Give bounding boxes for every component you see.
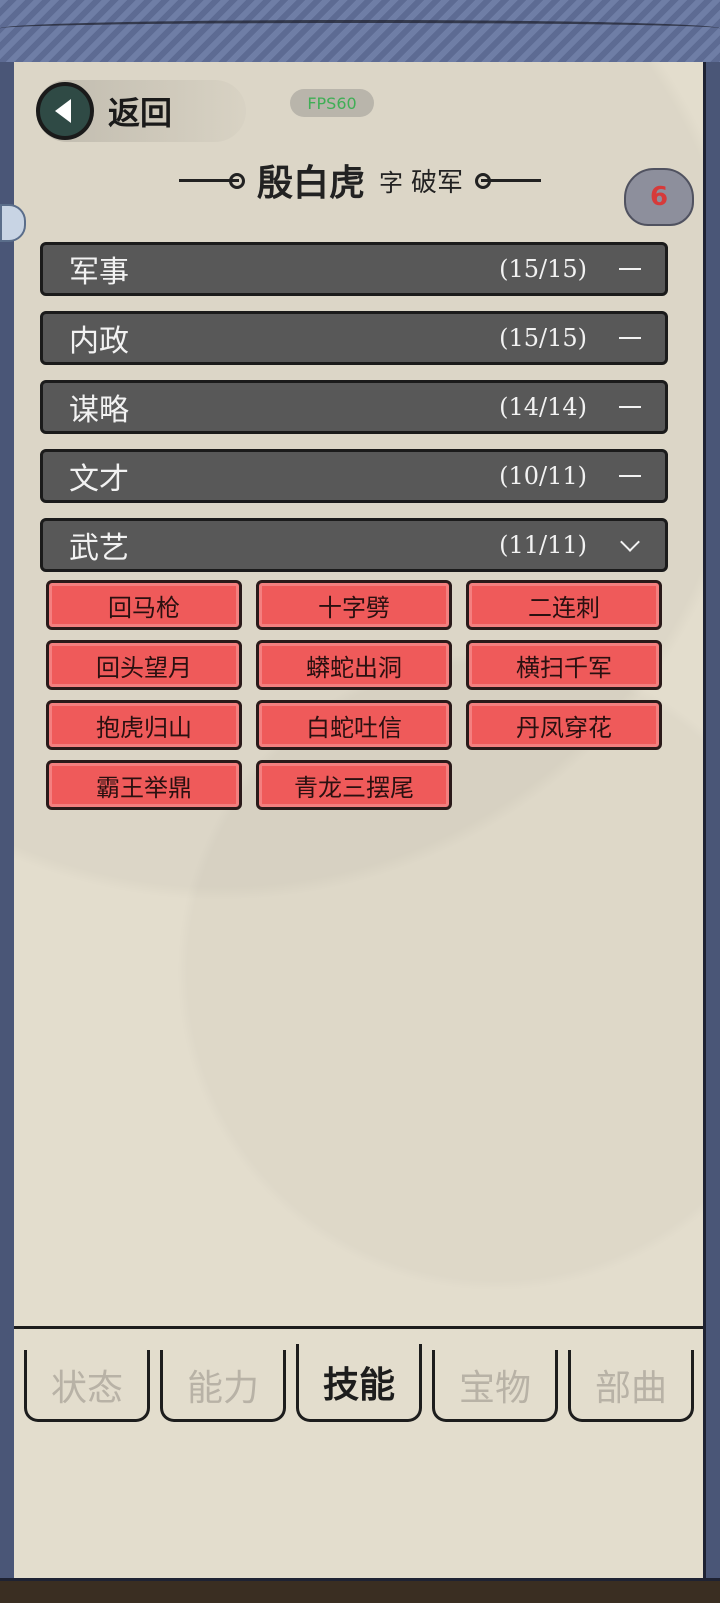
tab-troops[interactable]: 部曲	[568, 1350, 694, 1422]
left-ornament-icon	[178, 172, 245, 189]
category-literary[interactable]: 文才 (10/11)	[40, 449, 668, 503]
category-count: (11/11)	[499, 531, 587, 559]
category-label: 武艺	[69, 531, 129, 566]
skill-button[interactable]: 青龙三摆尾	[256, 760, 452, 810]
right-frame	[703, 62, 720, 1600]
vine-decoration	[0, 20, 720, 37]
skill-button[interactable]: 横扫千军	[466, 640, 662, 690]
courtesy-label: 字	[379, 168, 403, 197]
category-count: (15/15)	[499, 255, 587, 283]
category-label: 内政	[69, 324, 129, 359]
category-label: 谋略	[69, 393, 129, 428]
collapse-icon	[617, 475, 643, 477]
character-name: 殷白虎	[256, 163, 365, 204]
category-strategy[interactable]: 谋略 (14/14)	[40, 380, 668, 434]
tab-bar-divider	[14, 1326, 703, 1329]
back-label: 返回	[108, 94, 173, 132]
category-military[interactable]: 军事 (15/15)	[40, 242, 668, 296]
category-count: (15/15)	[499, 324, 587, 352]
fps-indicator: FPS60	[290, 89, 374, 117]
tab-treasure[interactable]: 宝物	[432, 1350, 558, 1422]
tab-ability[interactable]: 能力	[160, 1350, 286, 1422]
cloud-badge[interactable]: 6	[624, 168, 694, 226]
category-count: (14/14)	[499, 393, 587, 421]
top-ornamental-border	[0, 0, 720, 65]
back-arrow-icon	[36, 82, 94, 140]
category-label: 军事	[69, 255, 129, 290]
bottom-frame	[0, 1578, 720, 1603]
skill-button[interactable]: 回头望月	[46, 640, 242, 690]
collapse-icon	[617, 406, 643, 408]
category-label: 文才	[69, 462, 129, 497]
skill-button[interactable]: 霸王举鼎	[46, 760, 242, 810]
skill-button[interactable]: 二连刺	[466, 580, 662, 630]
skill-button[interactable]: 丹凤穿花	[466, 700, 662, 750]
skill-button[interactable]: 回马枪	[46, 580, 242, 630]
bottom-tab-bar: 状态 能力 技能 宝物 部曲	[24, 1344, 694, 1430]
category-martial[interactable]: 武艺 (11/11)	[40, 518, 668, 572]
courtesy-name: 破军	[411, 167, 464, 198]
category-count: (10/11)	[499, 462, 587, 490]
skill-grid: 回马枪 十字劈 二连刺 回头望月 蟒蛇出洞 横扫千军 抱虎归山 白蛇吐信 丹凤穿…	[46, 580, 666, 810]
right-ornament-icon	[475, 172, 542, 189]
tab-skills[interactable]: 技能	[296, 1344, 422, 1422]
cloud-badge-count: 6	[649, 182, 669, 212]
skill-button[interactable]: 抱虎归山	[46, 700, 242, 750]
collapse-icon	[617, 268, 643, 270]
back-button[interactable]: 返回	[36, 80, 246, 142]
tab-status[interactable]: 状态	[24, 1350, 150, 1422]
skill-button[interactable]: 白蛇吐信	[256, 700, 452, 750]
category-politics[interactable]: 内政 (15/15)	[40, 311, 668, 365]
character-title: 殷白虎 字 破军	[160, 152, 560, 208]
skill-button[interactable]: 蟒蛇出洞	[256, 640, 452, 690]
skill-button[interactable]: 十字劈	[256, 580, 452, 630]
chevron-down-icon	[617, 532, 643, 552]
collapse-icon	[617, 337, 643, 339]
